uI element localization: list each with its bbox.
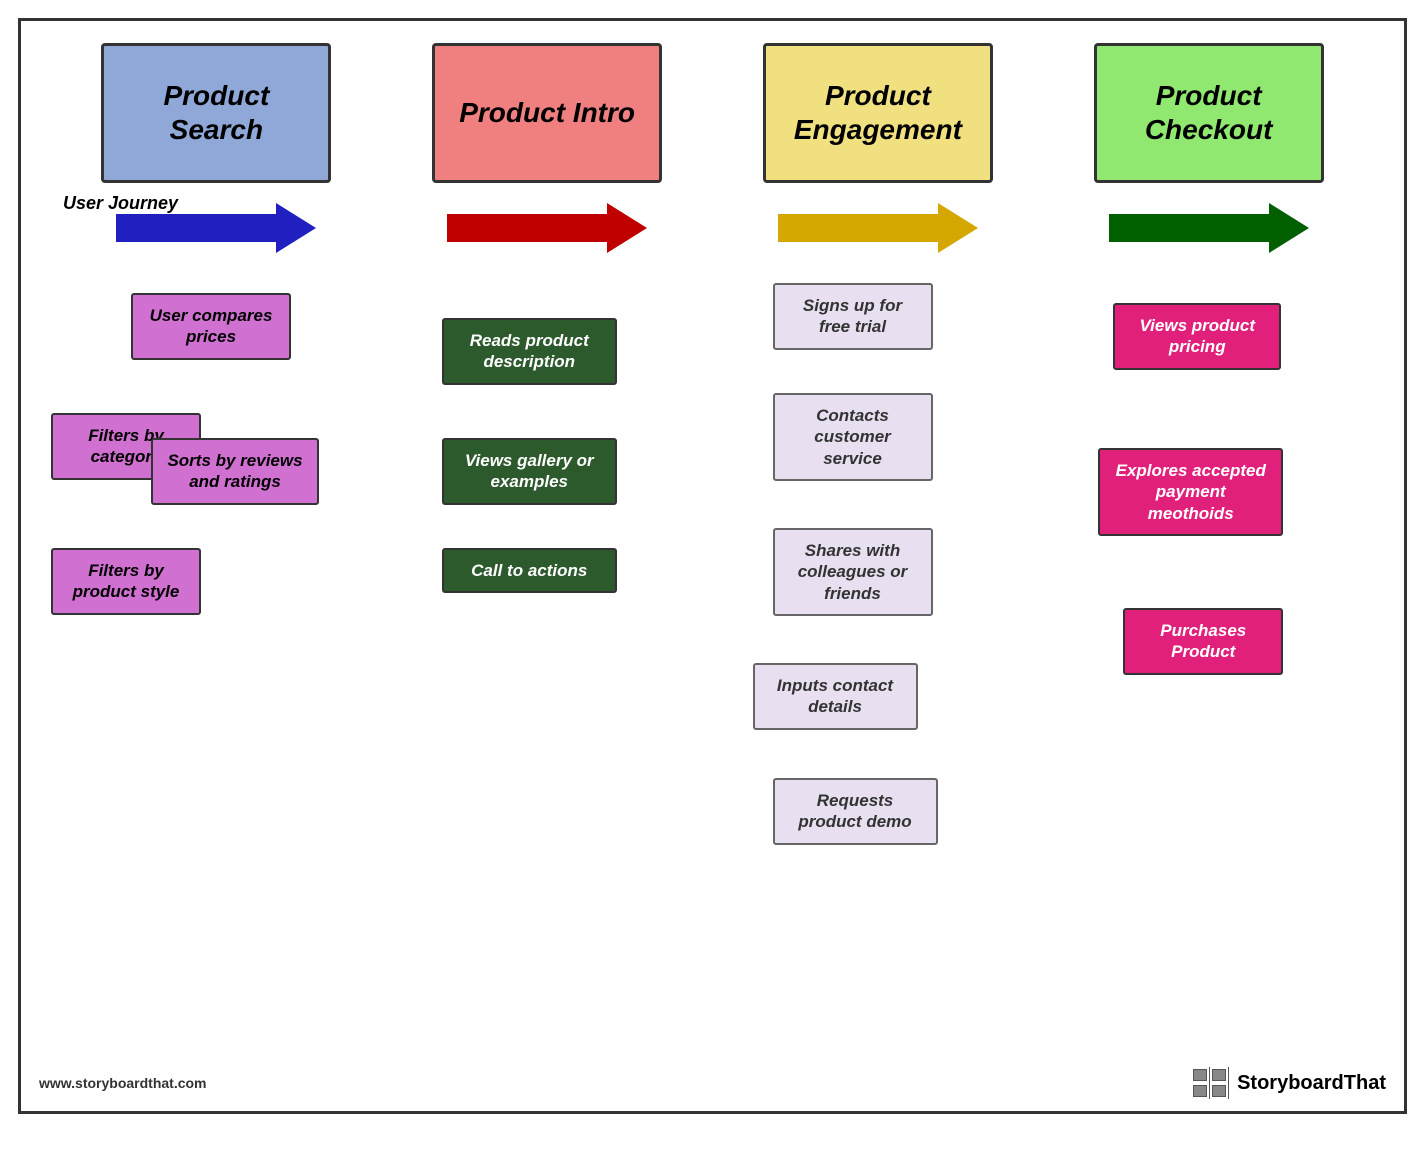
arrow-head-engagement	[938, 203, 978, 253]
arrow-head-search	[276, 203, 316, 253]
card-sorts-by-reviews: Sorts by reviews and ratings	[151, 438, 319, 505]
card-purchases-product: Purchases Product	[1123, 608, 1283, 675]
content-col-engagement: Signs up for free trial Contacts custome…	[713, 273, 1044, 953]
header-checkout-label: Product Checkout	[1119, 79, 1299, 146]
footer-url: www.storyboardthat.com	[39, 1075, 207, 1091]
header-intro: Product Intro	[432, 43, 662, 183]
main-container: Product Search Product Intro Product Eng…	[18, 18, 1407, 1114]
arrow-col-intro	[382, 203, 713, 253]
card-views-product-pricing: Views product pricing	[1113, 303, 1281, 370]
columns-row: Product Search Product Intro Product Eng…	[21, 21, 1404, 183]
header-checkout: Product Checkout	[1094, 43, 1324, 183]
card-contacts-customer-service: Contacts customer service	[773, 393, 933, 481]
arrow-search	[116, 203, 316, 253]
arrow-engagement	[778, 203, 978, 253]
card-requests-product-demo: Requests product demo	[773, 778, 938, 845]
content-col-search: User compares prices Filters by category…	[51, 273, 382, 953]
col-header-checkout: Product Checkout	[1043, 43, 1374, 183]
arrows-row: User Journey	[21, 183, 1404, 263]
card-shares-with-colleagues: Shares with colleagues or friends	[773, 528, 933, 616]
arrow-body-checkout	[1109, 214, 1269, 242]
header-engagement: Product Engagement	[763, 43, 993, 183]
card-user-compares-prices: User compares prices	[131, 293, 291, 360]
footer-logo: StoryboardThat	[1191, 1067, 1386, 1099]
arrow-head-checkout	[1269, 203, 1309, 253]
footer-logo-text: StoryboardThat	[1237, 1072, 1386, 1095]
card-views-gallery: Views gallery or examples	[442, 438, 617, 505]
card-call-to-actions: Call to actions	[442, 548, 617, 593]
header-search: Product Search	[101, 43, 331, 183]
card-filters-by-product-style: Filters by product style	[51, 548, 201, 615]
arrow-col-engagement	[713, 203, 1044, 253]
arrow-intro	[447, 203, 647, 253]
card-reads-product-description: Reads product description	[442, 318, 617, 385]
col-header-search: Product Search	[51, 43, 382, 183]
header-intro-label: Product Intro	[459, 96, 635, 130]
arrow-head-intro	[607, 203, 647, 253]
footer: www.storyboardthat.com StoryboardThat	[39, 1067, 1386, 1099]
arrow-body-intro	[447, 214, 607, 242]
arrow-body-search	[116, 214, 276, 242]
content-col-intro: Reads product description Views gallery …	[382, 273, 713, 953]
card-explores-payment-methods: Explores accepted payment meothoids	[1098, 448, 1283, 536]
card-inputs-contact-details: Inputs contact details	[753, 663, 918, 730]
arrow-col-checkout	[1043, 203, 1374, 253]
header-search-label: Product Search	[126, 79, 306, 146]
header-engagement-label: Product Engagement	[788, 79, 968, 146]
arrow-body-engagement	[778, 214, 938, 242]
content-col-checkout: Views product pricing Explores accepted …	[1043, 273, 1374, 953]
arrow-checkout	[1109, 203, 1309, 253]
col-header-intro: Product Intro	[382, 43, 713, 183]
col-header-engagement: Product Engagement	[713, 43, 1044, 183]
storyboard-logo-icon	[1191, 1067, 1229, 1099]
content-area: User compares prices Filters by category…	[21, 263, 1404, 953]
card-signs-up-free-trial: Signs up for free trial	[773, 283, 933, 350]
